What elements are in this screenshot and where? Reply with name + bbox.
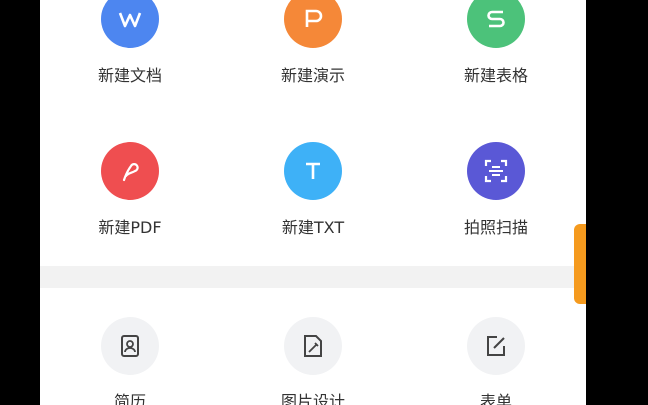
new-presentation-label: 新建演示 xyxy=(280,66,345,85)
side-scroll-handle[interactable] xyxy=(574,224,586,304)
template-image-design-button[interactable]: 图片设计 xyxy=(223,300,403,405)
new-spreadsheet-button[interactable]: 新建表格 xyxy=(406,0,586,100)
template-image-design-label: 图片设计 xyxy=(280,392,345,405)
wps-spreadsheet-icon xyxy=(467,0,525,48)
new-document-label: 新建文档 xyxy=(97,66,162,85)
new-presentation-button[interactable]: 新建演示 xyxy=(223,0,403,100)
template-resume-button[interactable]: 简历 xyxy=(40,300,220,405)
wps-presentation-icon xyxy=(284,0,342,48)
photo-scan-button[interactable]: 拍照扫描 xyxy=(406,140,586,240)
wps-writer-icon xyxy=(101,0,159,48)
resume-icon xyxy=(101,317,159,375)
new-document-button[interactable]: 新建文档 xyxy=(40,0,220,100)
template-resume-label: 简历 xyxy=(113,392,146,405)
section-divider xyxy=(40,266,586,288)
new-pdf-button[interactable]: 新建PDF xyxy=(40,140,220,240)
new-pdf-label: 新建PDF xyxy=(98,218,162,237)
image-design-icon xyxy=(284,317,342,375)
pdf-icon xyxy=(101,142,159,200)
new-spreadsheet-label: 新建表格 xyxy=(463,66,528,85)
form-edit-icon xyxy=(467,317,525,375)
template-form-label: 表单 xyxy=(479,392,512,405)
scan-icon xyxy=(467,142,525,200)
new-txt-button[interactable]: 新建TXT xyxy=(223,140,403,240)
txt-icon xyxy=(284,142,342,200)
new-file-panel: 新建文档 新建演示 新建表格 新建PDF 新建TXT 拍照扫描 简历 图片设计 … xyxy=(40,0,586,405)
new-txt-label: 新建TXT xyxy=(281,218,345,237)
photo-scan-label: 拍照扫描 xyxy=(463,218,528,237)
template-form-button[interactable]: 表单 xyxy=(406,300,586,405)
